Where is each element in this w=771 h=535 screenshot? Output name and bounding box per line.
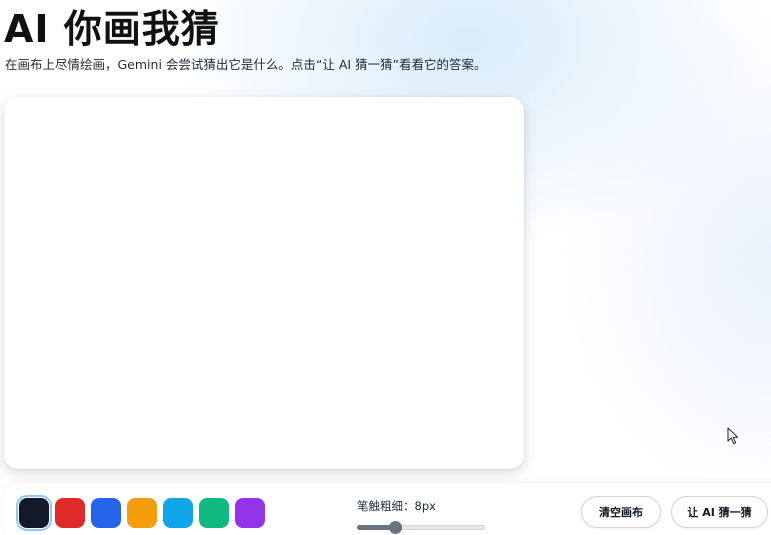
color-swatch-red[interactable] <box>55 498 85 528</box>
toolbar: 笔触粗细：8px 清空画布 让 AI 猜一猜 <box>4 483 771 535</box>
brush-size-control: 笔触粗细：8px <box>357 498 492 535</box>
color-swatch-amber[interactable] <box>127 498 157 528</box>
color-swatch-emerald[interactable] <box>199 498 229 528</box>
color-swatch-violet[interactable] <box>235 498 265 528</box>
mouse-pointer-icon <box>727 427 739 445</box>
ai-guess-button[interactable]: 让 AI 猜一猜 <box>671 496 768 528</box>
brush-size-label: 笔触粗细：8px <box>357 499 436 513</box>
color-swatch-navy[interactable] <box>16 495 52 531</box>
brush-size-slider[interactable] <box>357 521 485 535</box>
color-swatch-sky[interactable] <box>163 498 193 528</box>
clear-canvas-button[interactable]: 清空画布 <box>581 496 661 528</box>
drawing-canvas[interactable] <box>4 97 524 469</box>
page-subtitle: 在画布上尽情绘画，Gemini 会尝试猜出它是什么。点击“让 AI 猜一猜”看看… <box>5 57 487 72</box>
slider-thumb[interactable] <box>389 521 403 534</box>
page-title: AI 你画我猜 <box>4 7 220 51</box>
color-palette <box>16 495 265 531</box>
color-swatch-blue[interactable] <box>91 498 121 528</box>
